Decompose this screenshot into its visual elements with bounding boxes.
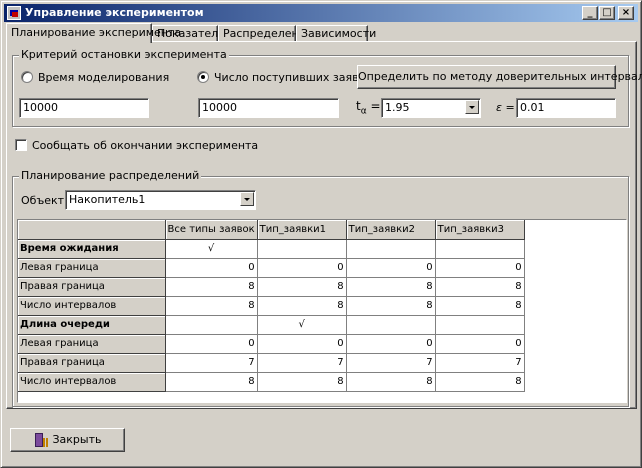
object-label: Объект	[21, 194, 65, 207]
notify-label: Сообщать об окончании эксперимента	[32, 139, 259, 152]
table-cell[interactable]: 8	[257, 372, 347, 392]
table-cell[interactable]: 8	[165, 296, 258, 316]
table-cell[interactable]: 8	[346, 296, 436, 316]
t-alpha-subscript: α	[360, 106, 367, 117]
distribution-grid[interactable]: Все типы заявок Тип_заявки1 Тип_заявки2 …	[17, 219, 627, 403]
arrivals-label: Число поступивших заявок	[214, 71, 372, 84]
table-cell[interactable]: 8	[165, 277, 258, 297]
table-cell[interactable]: 8	[435, 296, 525, 316]
table-cell[interactable]: 0	[435, 334, 525, 354]
stop-criterion-title: Критерий остановки эксперимента	[19, 48, 229, 61]
epsilon-field[interactable]: 0.01	[516, 98, 616, 118]
table-cell[interactable]: 8	[165, 372, 258, 392]
notify-checkbox[interactable]	[15, 139, 27, 151]
table-row: Число интервалов 8 8 8 8	[18, 296, 525, 316]
table-row: Левая граница 0 0 0 0	[18, 258, 525, 278]
table-cell[interactable]: 8	[435, 277, 525, 297]
table-cell[interactable]: 0	[257, 258, 347, 278]
distribution-table: Все типы заявок Тип_заявки1 Тип_заявки2 …	[18, 220, 525, 392]
table-cell[interactable]: 7	[165, 353, 258, 373]
arrivals-radio[interactable]	[197, 71, 209, 83]
chevron-down-icon[interactable]	[465, 100, 479, 114]
t-alpha-equals: =	[370, 99, 381, 113]
row-header: Время ожидания	[18, 239, 166, 259]
table-cell[interactable]	[346, 315, 436, 335]
table-cell[interactable]: 8	[346, 372, 436, 392]
object-value: Накопитель1	[69, 193, 146, 206]
table-cell[interactable]: 8	[435, 372, 525, 392]
table-cell[interactable]: √	[257, 315, 347, 335]
table-cell[interactable]: 7	[346, 353, 436, 373]
row-header: Правая граница	[18, 353, 166, 373]
close-button[interactable]: Закрыть	[10, 428, 125, 452]
column-header	[18, 220, 166, 240]
table-cell[interactable]: 7	[435, 353, 525, 373]
confidence-interval-button[interactable]: Определить по методу доверительных интер…	[357, 65, 642, 89]
window-title: Управление экспериментом	[25, 6, 204, 19]
column-header: Тип_заявки1	[257, 220, 347, 240]
table-cell[interactable]	[435, 239, 525, 259]
table-cell[interactable]: 7	[257, 353, 347, 373]
app-icon	[7, 6, 21, 20]
object-select[interactable]: Накопитель1	[65, 190, 256, 210]
exit-door-icon	[34, 432, 48, 448]
table-cell[interactable]: 0	[165, 258, 258, 278]
table-row: Число интервалов 8 8 8 8	[18, 372, 525, 392]
t-alpha-label: tα =	[356, 99, 381, 116]
tab-planning[interactable]: Планирование эксперимента	[6, 23, 181, 43]
table-cell[interactable]: 8	[257, 277, 347, 297]
table-row: Длина очереди √	[18, 315, 525, 335]
maximize-button[interactable]: □	[599, 6, 615, 20]
close-button-label: Закрыть	[52, 433, 102, 446]
title-bar[interactable]: Управление экспериментом _ □ ×	[4, 4, 638, 22]
column-header: Тип_заявки2	[346, 220, 436, 240]
table-cell[interactable]	[257, 239, 347, 259]
row-header: Длина очереди	[18, 315, 166, 335]
model-time-field[interactable]: 10000	[19, 98, 149, 118]
row-header: Число интервалов	[18, 296, 166, 316]
table-cell[interactable]: 0	[346, 334, 436, 354]
arrivals-field[interactable]: 10000	[198, 98, 339, 118]
chevron-down-icon[interactable]	[240, 192, 254, 206]
row-header: Правая граница	[18, 277, 166, 297]
t-alpha-select[interactable]: 1.95	[381, 98, 481, 118]
table-row: Правая граница 7 7 7 7	[18, 353, 525, 373]
table-cell[interactable]: 0	[346, 258, 436, 278]
table-header-row: Все типы заявок Тип_заявки1 Тип_заявки2 …	[18, 220, 525, 240]
table-cell[interactable]: 0	[435, 258, 525, 278]
row-header: Левая граница	[18, 334, 166, 354]
table-cell[interactable]: 8	[346, 277, 436, 297]
table-cell[interactable]: 0	[165, 334, 258, 354]
model-time-radio[interactable]	[21, 71, 33, 83]
column-header: Все типы заявок	[165, 220, 258, 240]
table-row: Левая граница 0 0 0 0	[18, 334, 525, 354]
minimize-button[interactable]: _	[582, 6, 598, 20]
epsilon-label: ε =	[496, 101, 515, 114]
close-window-button[interactable]: ×	[618, 6, 634, 20]
table-row: Время ожидания √	[18, 239, 525, 259]
experiment-window: Управление экспериментом _ □ × Планирова…	[0, 0, 642, 468]
table-cell[interactable]: 0	[257, 334, 347, 354]
table-cell[interactable]: 8	[257, 296, 347, 316]
row-header: Число интервалов	[18, 372, 166, 392]
table-cell[interactable]: √	[165, 239, 258, 259]
tab-distributions[interactable]: Распределения	[218, 25, 313, 42]
t-alpha-value: 1.95	[385, 101, 410, 114]
planning-title: Планирование распределений	[19, 169, 202, 182]
table-cell[interactable]	[346, 239, 436, 259]
table-cell[interactable]	[435, 315, 525, 335]
model-time-label: Время моделирования	[38, 71, 170, 84]
column-header: Тип_заявки3	[435, 220, 525, 240]
tab-dependencies[interactable]: Зависимости	[296, 25, 376, 42]
row-header: Левая граница	[18, 258, 166, 278]
table-cell[interactable]	[165, 315, 258, 335]
table-row: Правая граница 8 8 8 8	[18, 277, 525, 297]
